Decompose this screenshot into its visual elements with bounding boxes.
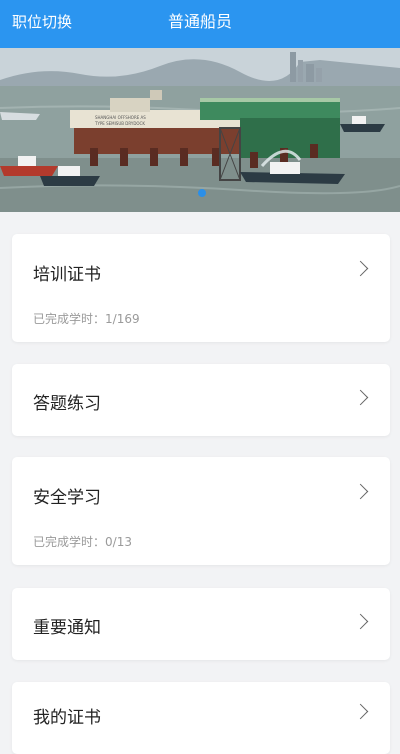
progress-label: 已完成学时： xyxy=(33,312,106,326)
card-title: 答题练习 xyxy=(33,394,101,414)
banner-image: SHANGHAI OFFSHORE AS TYPE SEMISUB DRYDOC… xyxy=(0,48,400,212)
carousel-indicator-active[interactable] xyxy=(198,189,206,197)
chevron-right-icon xyxy=(352,703,369,720)
card-title: 培训证书 xyxy=(33,265,101,285)
card-title: 重要通知 xyxy=(33,618,101,638)
card-progress: 已完成学时：0/13 xyxy=(33,533,132,550)
ship-text-1: SHANGHAI OFFSHORE AS xyxy=(95,115,146,120)
training-certificate-card[interactable]: 培训证书 已完成学时：1/169 xyxy=(12,234,390,342)
progress-value: 0/13 xyxy=(105,535,132,549)
important-notice-card[interactable]: 重要通知 xyxy=(12,588,390,660)
banner-carousel[interactable]: SHANGHAI OFFSHORE AS TYPE SEMISUB DRYDOC… xyxy=(0,48,400,212)
practice-quiz-card[interactable]: 答题练习 xyxy=(12,364,390,436)
chevron-right-icon xyxy=(352,483,369,500)
card-progress: 已完成学时：1/169 xyxy=(33,310,140,327)
safety-learning-card[interactable]: 安全学习 已完成学时：0/13 xyxy=(12,457,390,565)
progress-value: 1/169 xyxy=(105,312,140,326)
progress-label: 已完成学时： xyxy=(33,535,106,549)
chevron-right-icon xyxy=(352,389,369,406)
ship-text-2: TYPE SEMISUB DRYDOCK xyxy=(94,121,145,126)
chevron-right-icon xyxy=(352,260,369,277)
my-certificates-card[interactable]: 我的证书 xyxy=(12,682,390,754)
card-title: 我的证书 xyxy=(33,708,101,728)
card-title: 安全学习 xyxy=(33,488,101,508)
top-bar: 职位切换 普通船员 xyxy=(0,0,400,48)
chevron-right-icon xyxy=(352,613,369,630)
page-title: 普通船员 xyxy=(167,12,232,31)
